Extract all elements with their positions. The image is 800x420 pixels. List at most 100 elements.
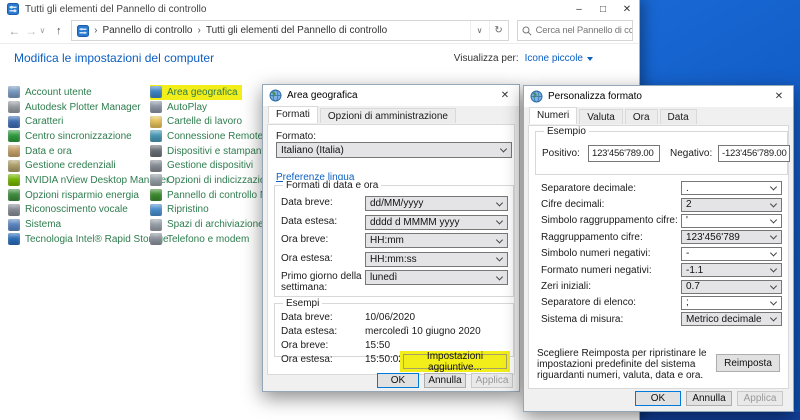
remoteapp-icon bbox=[150, 130, 162, 142]
numbers-tabpage: Esempio Positivo: 123'456'789.00 Negativ… bbox=[528, 125, 789, 389]
ora-estesa-select[interactable]: HH:mm:ss bbox=[365, 252, 508, 267]
apply-button[interactable]: Applica bbox=[737, 391, 783, 406]
window-titlebar[interactable]: Tutti gli elementi del Pannello di contr… bbox=[0, 0, 639, 18]
format-select[interactable]: Italiano (Italia) bbox=[276, 142, 512, 158]
negative-example-field[interactable]: -123'456'789.00 bbox=[718, 145, 790, 162]
cp-item-area-geografica[interactable]: Area geografica bbox=[150, 85, 242, 100]
view-by-value[interactable]: Icone piccole bbox=[525, 53, 583, 64]
cp-item-centro-sincronizzazione[interactable]: Centro sincronizzazione bbox=[8, 129, 136, 144]
row-label: Data estesa: bbox=[281, 326, 365, 337]
data-breve-select[interactable]: dd/MM/yyyy bbox=[365, 196, 508, 211]
speech-recognition-icon bbox=[8, 204, 20, 216]
up-button[interactable]: ↑ bbox=[50, 25, 67, 37]
cp-item-label: Tecnologia Intel® Rapid Storage bbox=[25, 234, 169, 245]
region-dialog-tabs: FormatiOpzioni di amministrazione bbox=[263, 106, 519, 124]
positive-example-field[interactable]: 123'456'789.00 bbox=[588, 145, 660, 162]
chevron-down-icon bbox=[496, 273, 503, 280]
back-button[interactable]: ← bbox=[6, 24, 23, 38]
cp-item-label: Account utente bbox=[25, 87, 92, 98]
format-select-value: Italiano (Italia) bbox=[281, 145, 344, 156]
forward-button[interactable]: → bbox=[23, 24, 40, 38]
search-placeholder: Cerca nel Pannello di contro... bbox=[536, 25, 633, 36]
simbolo-raggruppamento-cifre-select[interactable]: ' bbox=[681, 214, 782, 228]
storage-spaces-icon bbox=[150, 219, 162, 231]
customize-format-titlebar[interactable]: Personalizza formato ✕ bbox=[524, 86, 793, 107]
cp-item-ripristino[interactable]: Ripristino bbox=[150, 203, 213, 218]
chevron-down-icon bbox=[770, 216, 777, 223]
ora-breve-select-value: HH:mm bbox=[370, 235, 404, 246]
cancel-button[interactable]: Annulla bbox=[424, 373, 466, 388]
cp-item-autoplay[interactable]: AutoPlay bbox=[150, 100, 211, 115]
cp-item-opzioni-di-indicizzazione[interactable]: Opzioni di indicizzazione bbox=[150, 173, 281, 188]
cp-item-autodesk-plotter-manager[interactable]: Autodesk Plotter Manager bbox=[8, 100, 145, 115]
separatore-di-elenco-select[interactable]: ; bbox=[681, 296, 782, 310]
formato-numeri-negativi-select-value: -1.1 bbox=[686, 265, 703, 276]
data-estesa-select[interactable]: dddd d MMMM yyyy bbox=[365, 215, 508, 230]
phone-modem-icon bbox=[150, 233, 162, 245]
search-input[interactable]: Cerca nel Pannello di contro... bbox=[517, 20, 633, 41]
region-dialog-buttons: OK Annulla Applica bbox=[377, 373, 513, 388]
autoplay-icon bbox=[150, 101, 162, 113]
cp-item-label: Ripristino bbox=[167, 204, 209, 215]
cifre-decimali-select[interactable]: 2 bbox=[681, 198, 782, 212]
cp-item-account-utente[interactable]: Account utente bbox=[8, 85, 96, 100]
cp-item-dispositivi-e-stampanti[interactable]: Dispositivi e stampanti bbox=[150, 144, 270, 159]
maximize-button[interactable]: □ bbox=[591, 0, 615, 18]
close-icon[interactable]: ✕ bbox=[491, 85, 519, 106]
recent-pages-chevron-icon[interactable]: ∨ bbox=[40, 26, 51, 35]
chevron-down-icon bbox=[770, 249, 777, 256]
number-format-row: Zeri iniziali:0.7 bbox=[541, 278, 782, 294]
region-dialog-titlebar[interactable]: Area geografica ✕ bbox=[263, 85, 519, 106]
cp-item-spazi-di-archiviazione[interactable]: Spazi di archiviazione bbox=[150, 217, 268, 232]
cp-item-cartelle-di-lavoro[interactable]: Cartelle di lavoro bbox=[150, 114, 246, 129]
cp-item-label: Opzioni di indicizzazione bbox=[167, 175, 277, 186]
tab-data[interactable]: Data bbox=[660, 109, 697, 124]
cp-item-label: Opzioni risparmio energia bbox=[25, 190, 139, 201]
breadcrumb-root[interactable]: Pannello di controllo bbox=[102, 25, 192, 36]
reset-description: Scegliere Reimposta per ripristinare le … bbox=[537, 348, 721, 382]
close-icon[interactable]: ✕ bbox=[765, 86, 793, 107]
row-value: 15:50:02 bbox=[365, 354, 404, 365]
cp-item-nvidia-nview-desktop-manager[interactable]: NVIDIA nView Desktop Manager bbox=[8, 173, 173, 188]
apply-button[interactable]: Applica bbox=[471, 373, 513, 388]
cp-item-gestione-dispositivi[interactable]: Gestione dispositivi bbox=[150, 158, 257, 173]
cp-item-gestione-credenziali[interactable]: Gestione credenziali bbox=[8, 158, 120, 173]
ora-breve-select[interactable]: HH:mm bbox=[365, 233, 508, 248]
cp-item-tecnologia-intel-rapid-storage[interactable]: Tecnologia Intel® Rapid Storage bbox=[8, 232, 173, 247]
number-format-rows: Separatore decimale:.Cifre decimali:2Sim… bbox=[541, 180, 782, 328]
cp-item-label: Telefono e modem bbox=[167, 234, 249, 245]
separatore-decimale-select[interactable]: . bbox=[681, 181, 782, 195]
cp-item-data-e-ora[interactable]: Data e ora bbox=[8, 144, 76, 159]
address-dropdown-chevron-icon[interactable]: ∨ bbox=[470, 21, 489, 40]
cp-item-caratteri[interactable]: Caratteri bbox=[8, 114, 67, 129]
tab-formati[interactable]: Formati bbox=[268, 106, 318, 123]
additional-settings-button[interactable]: Impostazioni aggiuntive... bbox=[403, 354, 507, 369]
tab-numeri[interactable]: Numeri bbox=[529, 107, 577, 124]
row-label: Separatore di elenco: bbox=[541, 297, 681, 308]
formato-numeri-negativi-select[interactable]: -1.1 bbox=[681, 263, 782, 277]
tab-valuta[interactable]: Valuta bbox=[579, 109, 623, 124]
reset-button[interactable]: Reimposta bbox=[716, 354, 780, 372]
cp-item-sistema[interactable]: Sistema bbox=[8, 217, 65, 232]
cp-item-label: Sistema bbox=[25, 219, 61, 230]
ok-button[interactable]: OK bbox=[635, 391, 681, 406]
tab-opzioni-di-amministrazione[interactable]: Opzioni di amministrazione bbox=[320, 108, 456, 123]
zeri-iniziali-select[interactable]: 0.7 bbox=[681, 280, 782, 294]
sistema-di-misura-select[interactable]: Metrico decimale bbox=[681, 312, 782, 326]
credential-manager-icon bbox=[8, 160, 20, 172]
cancel-button[interactable]: Annulla bbox=[686, 391, 732, 406]
tab-ora[interactable]: Ora bbox=[625, 109, 658, 124]
refresh-icon[interactable]: ↻ bbox=[489, 21, 508, 40]
minimize-button[interactable]: – bbox=[567, 0, 591, 18]
address-bar[interactable]: › Pannello di controllo › Tutti gli elem… bbox=[71, 20, 509, 41]
cp-item-telefono-e-modem[interactable]: Telefono e modem bbox=[150, 232, 253, 247]
primo-giorno-della-settimana-select[interactable]: lunedì bbox=[365, 270, 508, 285]
simbolo-numeri-negativi-select[interactable]: - bbox=[681, 247, 782, 261]
ok-button[interactable]: OK bbox=[377, 373, 419, 388]
breadcrumb-current[interactable]: Tutti gli elementi del Pannello di contr… bbox=[206, 25, 387, 36]
close-button[interactable]: ✕ bbox=[615, 0, 639, 18]
cifre-decimali-select-value: 2 bbox=[686, 199, 692, 210]
cp-item-opzioni-risparmio-energia[interactable]: Opzioni risparmio energia bbox=[8, 188, 143, 203]
cp-item-riconoscimento-vocale[interactable]: Riconoscimento vocale bbox=[8, 203, 132, 218]
raggruppamento-cifre-select[interactable]: 123'456'789 bbox=[681, 230, 782, 244]
